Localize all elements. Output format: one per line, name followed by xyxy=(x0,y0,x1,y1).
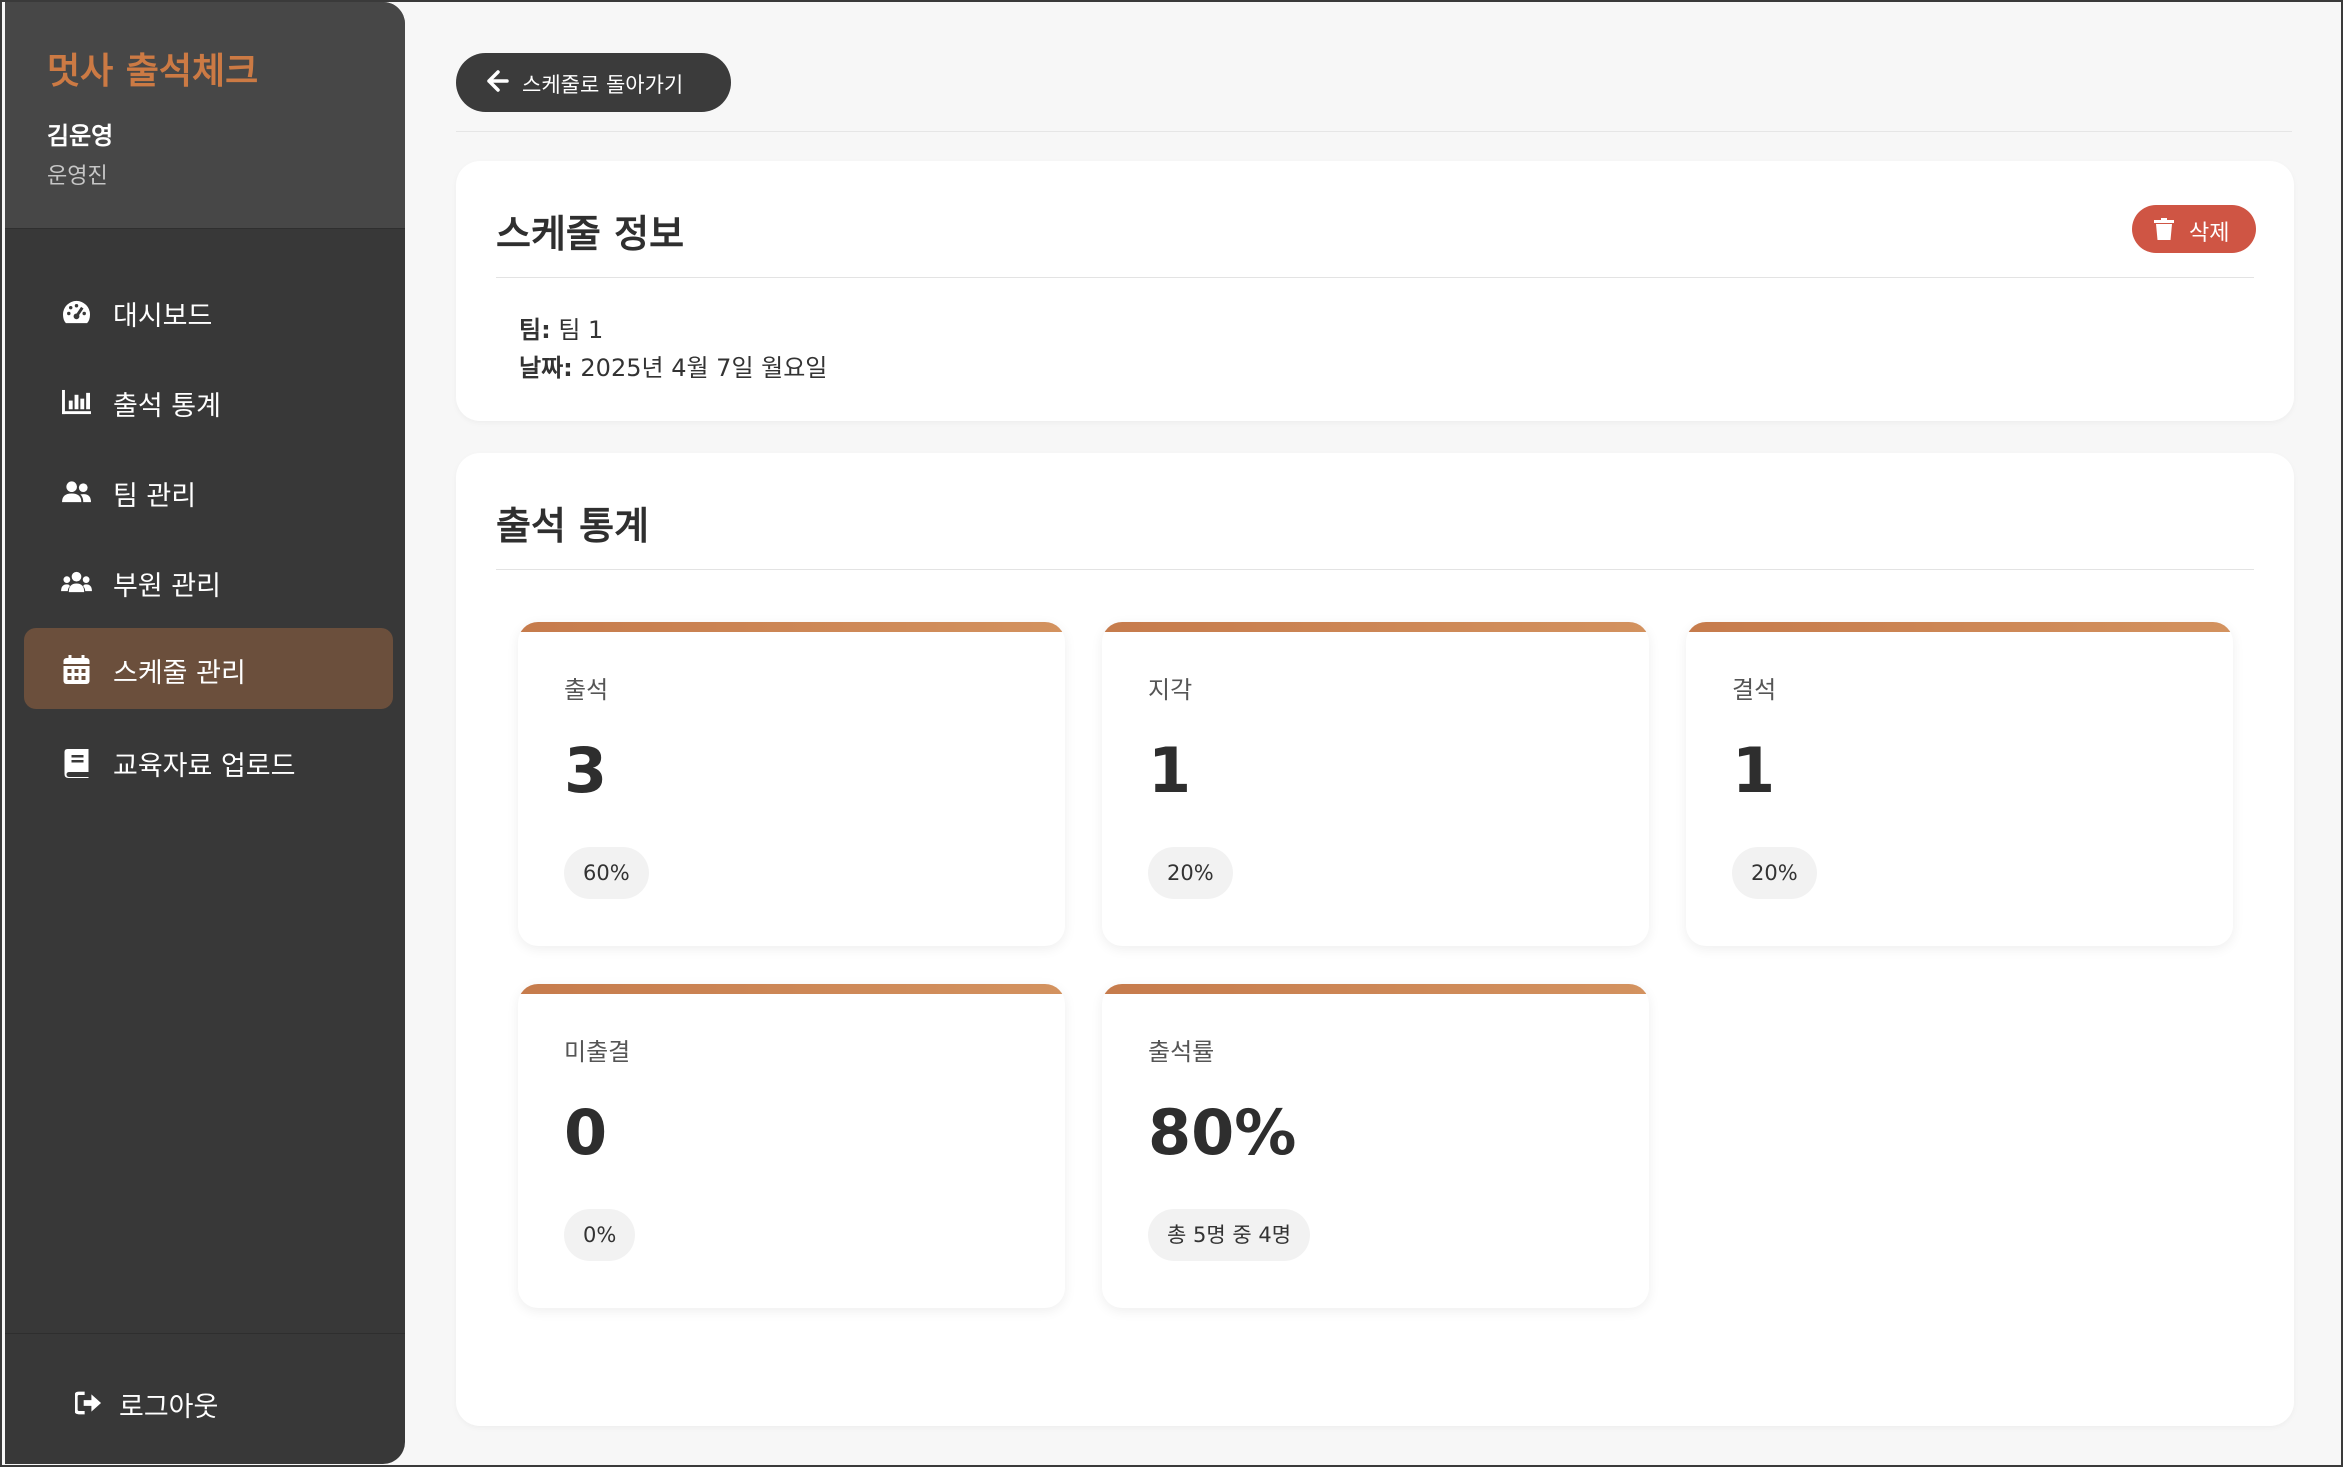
stat-card-present: 출석 3 60% xyxy=(518,622,1065,946)
sidebar-item-label: 출석 통계 xyxy=(113,391,221,422)
stat-badge: 0% xyxy=(564,1209,636,1261)
delete-label: 삭제 xyxy=(2189,221,2230,246)
stat-card-unchecked: 미출결 0 0% xyxy=(518,984,1065,1308)
users-icon xyxy=(61,569,92,596)
stat-accent-bar xyxy=(1102,984,1649,994)
sidebar-item-schedule-management[interactable]: 스케줄 관리 xyxy=(24,628,393,709)
team-label: 팀: xyxy=(519,316,551,344)
date-value: 2025년 4월 7일 월요일 xyxy=(580,354,828,382)
schedule-info-title: 스케줄 정보 xyxy=(496,212,685,256)
logout-button[interactable]: 로그아웃 xyxy=(49,1377,299,1425)
stat-badge: 20% xyxy=(1148,847,1233,899)
calendar-icon xyxy=(61,654,92,684)
stat-value: 80% xyxy=(1148,1096,1297,1169)
user-name: 김운영 xyxy=(47,122,114,150)
user-group-icon xyxy=(61,479,92,506)
sidebar-item-label: 대시보드 xyxy=(113,301,213,332)
stat-value: 1 xyxy=(1148,734,1192,807)
trash-icon xyxy=(2154,218,2174,244)
arrow-left-icon xyxy=(487,70,509,96)
sidebar-item-label: 팀 관리 xyxy=(113,481,197,512)
sidebar-item-label: 스케줄 관리 xyxy=(113,658,246,689)
schedule-info-card: 스케줄 정보 삭제 팀: 팀 1 날짜: 2025년 4월 7일 월요일 xyxy=(456,161,2294,421)
stat-accent-bar xyxy=(1102,622,1649,632)
app-window: 멋사 출석체크 김운영 운영진 대시보드 출석 통계 팀 관리 부원 관리 스케… xyxy=(2,2,2341,1465)
team-value: 팀 1 xyxy=(558,316,604,344)
sidebar-item-attendance-stats[interactable]: 출석 통계 xyxy=(24,361,393,442)
sidebar-divider xyxy=(5,1333,405,1334)
stat-card-attendance-rate: 출석률 80% 총 5명 중 4명 xyxy=(1102,984,1649,1308)
stat-label: 출석률 xyxy=(1148,1038,1215,1066)
logout-label: 로그아웃 xyxy=(119,1392,219,1423)
stat-card-absent: 결석 1 20% xyxy=(1686,622,2233,946)
stat-badge: 60% xyxy=(564,847,649,899)
stat-badge: 총 5명 중 4명 xyxy=(1148,1209,1311,1261)
stat-value: 0 xyxy=(564,1096,608,1169)
card-divider xyxy=(496,277,2254,278)
stat-accent-bar xyxy=(1686,622,2233,632)
team-info: 팀: 팀 1 xyxy=(519,310,603,345)
sidebar-item-label: 부원 관리 xyxy=(113,571,221,602)
sidebar-item-material-upload[interactable]: 교육자료 업로드 xyxy=(24,721,393,802)
stat-accent-bar xyxy=(518,984,1065,994)
dashboard-gauge-icon xyxy=(61,299,92,326)
attendance-stats-card: 출석 통계 출석 3 60% 지각 1 20% 결석 1 20% 미출결 0 0… xyxy=(456,453,2294,1426)
bar-chart-icon xyxy=(61,389,92,416)
header-divider xyxy=(456,131,2292,132)
stat-card-late: 지각 1 20% xyxy=(1102,622,1649,946)
attendance-stats-title: 출석 통계 xyxy=(496,504,650,548)
sidebar: 멋사 출석체크 김운영 운영진 대시보드 출석 통계 팀 관리 부원 관리 스케… xyxy=(5,2,405,1464)
back-to-schedule-button[interactable]: 스케줄로 돌아가기 xyxy=(456,53,731,112)
stat-label: 결석 xyxy=(1732,676,1777,704)
stat-label: 출석 xyxy=(564,676,609,704)
sidebar-item-label: 교육자료 업로드 xyxy=(113,751,296,782)
sidebar-item-team-management[interactable]: 팀 관리 xyxy=(24,451,393,532)
stat-label: 지각 xyxy=(1148,676,1193,704)
stat-label: 미출결 xyxy=(564,1038,631,1066)
sign-out-icon xyxy=(73,1389,104,1416)
app-brand: 멋사 출석체크 xyxy=(47,51,259,92)
stat-accent-bar xyxy=(518,622,1065,632)
stat-value: 3 xyxy=(564,734,608,807)
book-icon xyxy=(61,748,92,778)
date-info: 날짜: 2025년 4월 7일 월요일 xyxy=(519,348,827,383)
stat-value: 1 xyxy=(1732,734,1776,807)
sidebar-item-member-management[interactable]: 부원 관리 xyxy=(24,541,393,622)
sidebar-item-dashboard[interactable]: 대시보드 xyxy=(24,271,393,352)
delete-button[interactable]: 삭제 xyxy=(2132,205,2256,253)
user-role: 운영진 xyxy=(47,164,108,189)
date-label: 날짜: xyxy=(519,354,573,382)
back-button-label: 스케줄로 돌아가기 xyxy=(522,73,684,97)
sidebar-header: 멋사 출석체크 김운영 운영진 xyxy=(5,2,405,229)
card-divider xyxy=(496,569,2254,570)
stat-badge: 20% xyxy=(1732,847,1817,899)
